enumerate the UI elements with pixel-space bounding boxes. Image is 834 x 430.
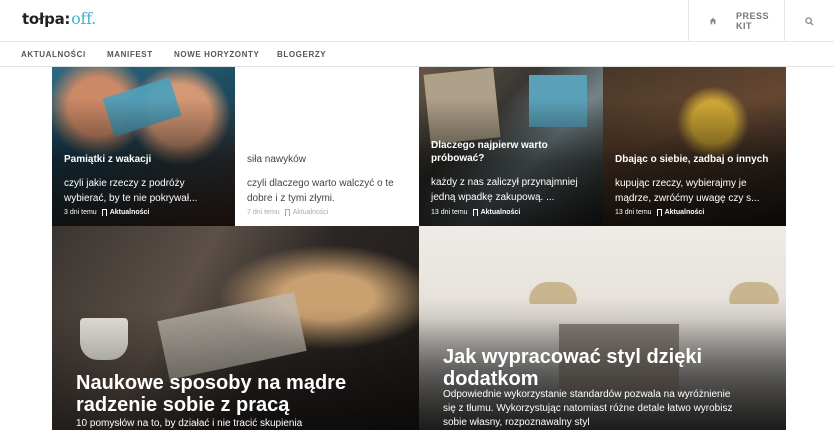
home-button[interactable]	[688, 0, 736, 42]
article-meta: 13 dni temu Aktualności	[615, 209, 704, 216]
article-title: Dlaczego najpierw warto próbować?	[431, 140, 548, 164]
article-meta: 3 dni temu Aktualności	[64, 209, 149, 216]
article-title: Pamiątki z wakacji	[64, 154, 152, 165]
article-category[interactable]: Aktualności	[665, 209, 705, 216]
article-date: 7 dni temu	[247, 209, 280, 216]
article-category[interactable]: Aktualności	[481, 209, 521, 216]
featured-article-card[interactable]: Jak wypracować styl dzięki dodatkom Odpo…	[419, 226, 786, 430]
article-excerpt: czyli dlaczego warto walczyć o te dobre …	[247, 178, 394, 204]
nav-item-manifest[interactable]: MANIFEST	[107, 50, 153, 59]
featured-article-excerpt: Odpowiednie wykorzystanie standardów poz…	[443, 389, 733, 428]
nav-item-nowe-horyzonty[interactable]: NOWE HORYZONTY	[174, 50, 259, 59]
article-excerpt: czyli jakie rzeczy z podróży wybierać, b…	[64, 178, 198, 204]
article-grid: Pamiątki z wakacji czyli jakie rzeczy z …	[52, 67, 786, 430]
article-date: 13 dni temu	[615, 209, 652, 216]
bookmark-icon	[472, 209, 478, 216]
home-icon	[709, 17, 716, 25]
nav-item-aktualnosci[interactable]: AKTUALNOŚCI	[21, 50, 86, 59]
featured-article-title: Naukowe sposoby na mądre radzenie sobie …	[76, 372, 347, 416]
article-excerpt: każdy z nas zaliczył przynajmniej jedną …	[431, 177, 578, 203]
press-kit-link[interactable]: PRESS KIT	[736, 0, 784, 42]
bookmark-icon	[656, 209, 662, 216]
bookmark-icon	[101, 209, 107, 216]
nav-item-blogerzy[interactable]: BLOGERZY	[277, 50, 326, 59]
article-category[interactable]: Aktualności	[110, 209, 150, 216]
category-nav: AKTUALNOŚCI MANIFEST NOWE HORYZONTY BLOG…	[0, 42, 834, 67]
article-excerpt: kupując rzeczy, wybierajmy je mądrze, zw…	[615, 178, 760, 204]
top-navigation: PRESS KIT	[688, 0, 834, 42]
article-date: 3 dni temu	[64, 209, 97, 216]
article-category[interactable]: Aktualności	[293, 209, 329, 216]
bookmark-icon	[284, 209, 290, 216]
logo-suffix: off.	[71, 9, 96, 28]
article-card[interactable]: Dbając o siebie, zadbaj o innych kupując…	[603, 67, 786, 226]
site-logo[interactable]: tołpa:off.	[22, 9, 96, 28]
logo-brand: tołpa:	[22, 10, 71, 28]
article-card[interactable]: siła nawyków czyli dlaczego warto walczy…	[235, 67, 419, 226]
article-card[interactable]: Dlaczego najpierw warto próbować? każdy …	[419, 67, 603, 226]
article-title: Dbając o siebie, zadbaj o innych	[615, 154, 769, 165]
article-meta: 13 dni temu Aktualności	[431, 209, 520, 216]
article-date: 13 dni temu	[431, 209, 468, 216]
article-card[interactable]: Pamiątki z wakacji czyli jakie rzeczy z …	[52, 67, 235, 226]
header: tołpa:off. PRESS KIT	[0, 0, 834, 42]
featured-article-title: Jak wypracować styl dzięki dodatkom	[443, 346, 703, 390]
article-title: siła nawyków	[247, 154, 306, 165]
search-button[interactable]	[784, 0, 834, 42]
search-icon	[805, 16, 814, 26]
article-meta: 7 dni temu Aktualności	[247, 209, 328, 216]
featured-article-excerpt: 10 pomysłów na to, by działać i nie trac…	[76, 418, 303, 429]
featured-article-card[interactable]: Naukowe sposoby na mądre radzenie sobie …	[52, 226, 419, 430]
